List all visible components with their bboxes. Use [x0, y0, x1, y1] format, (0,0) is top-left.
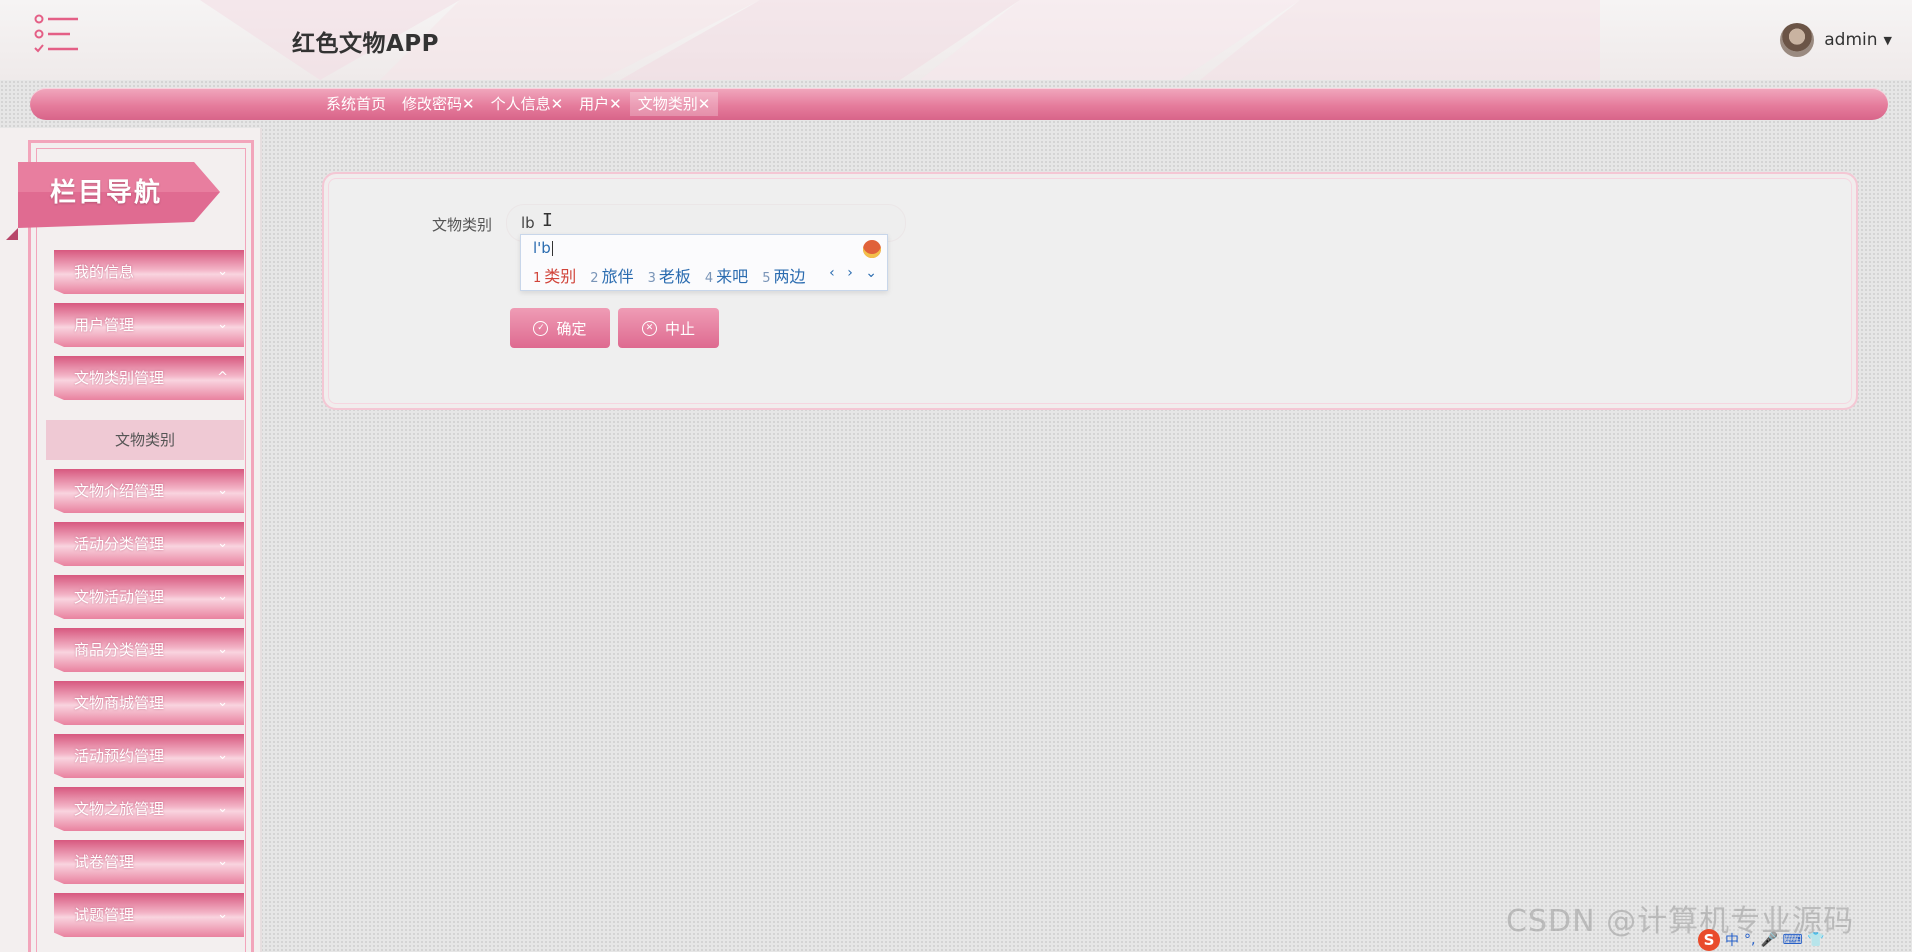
chevron-down-icon: ⌄: [217, 264, 228, 279]
sidebar-item-relic-shop[interactable]: 文物商城管理 ⌄: [54, 681, 244, 725]
ime-candidate-text: 来吧: [716, 267, 749, 286]
cancel-button-label: 中止: [664, 319, 695, 338]
ime-toolbar: S 中 °, 🎤 ⌨ 👕: [1698, 928, 1824, 952]
sidebar-item-label: 文物类别管理: [74, 369, 165, 387]
relic-category-label: 文物类别: [432, 216, 493, 234]
sidebar-item-label: 文物商城管理: [74, 694, 165, 712]
tab-relic-category[interactable]: 文物类别✕: [629, 92, 719, 116]
sidebar-item-label: 商品分类管理: [74, 641, 165, 659]
ime-candidate[interactable]: 3 老板: [648, 263, 691, 287]
top-header: 红色文物APP admin ▼: [0, 0, 1912, 80]
ime-logo-icon[interactable]: [863, 240, 881, 258]
chevron-down-icon: ⌄: [217, 695, 228, 710]
sidebar-item-relic-tour[interactable]: 文物之旅管理 ⌄: [54, 787, 244, 831]
ime-page-arrows-icon[interactable]: ‹ › ⌄: [829, 265, 881, 281]
chevron-down-icon: ⌄: [217, 801, 228, 816]
ime-tools-icons[interactable]: 🎤 ⌨ 👕: [1760, 932, 1824, 948]
sidebar-item-relic-activity[interactable]: 文物活动管理 ⌄: [54, 575, 244, 619]
chevron-down-icon: ⌄: [217, 483, 228, 498]
nav-title: 栏目导航: [50, 178, 163, 208]
chevron-down-icon: ⌄: [217, 748, 228, 763]
chevron-down-icon: ⌄: [217, 642, 228, 657]
sidebar-item-label: 文物介绍管理: [74, 482, 165, 500]
chevron-down-icon: ⌄: [217, 536, 228, 551]
close-circle-icon: ✕: [641, 320, 657, 336]
ime-candidate-number: 4: [704, 271, 714, 286]
app-title: 红色文物APP: [292, 31, 440, 57]
ime-candidate-number: 3: [647, 271, 656, 286]
ime-candidate[interactable]: 1 类别: [533, 263, 576, 287]
sidebar-item-my-info[interactable]: 我的信息 ⌄: [54, 250, 244, 294]
user-menu[interactable]: admin ▼: [1780, 22, 1892, 58]
sidebar-item-activity-category[interactable]: 活动分类管理 ⌄: [54, 522, 244, 566]
text-cursor-icon: I: [542, 210, 553, 231]
chevron-up-icon: ^: [217, 370, 228, 385]
tab-personal-info[interactable]: 个人信息✕: [483, 92, 572, 116]
sidebar-item-questions[interactable]: 试题管理 ⌄: [54, 893, 244, 937]
sidebar-item-relic-intro[interactable]: 文物介绍管理 ⌄: [54, 469, 244, 513]
tab-home[interactable]: 系统首页: [318, 92, 394, 116]
tab-change-password[interactable]: 修改密码✕: [394, 92, 483, 116]
confirm-button[interactable]: ✓ 确定: [510, 308, 610, 348]
user-name: admin: [1824, 30, 1878, 50]
ime-candidate-text: 老板: [658, 267, 691, 286]
sidebar-item-exam-papers[interactable]: 试卷管理 ⌄: [54, 840, 244, 884]
user-avatar: [1780, 23, 1815, 57]
sidebar-item-activity-booking[interactable]: 活动预约管理 ⌄: [54, 734, 244, 778]
confirm-button-label: 确定: [556, 319, 587, 338]
sidebar-item-label: 我的信息: [74, 263, 135, 281]
chevron-down-icon: ⌄: [217, 589, 228, 604]
sidebar-item-label: 活动分类管理: [74, 535, 165, 553]
ime-candidate[interactable]: 5 两边: [762, 263, 805, 287]
cancel-button[interactable]: ✕ 中止: [618, 308, 719, 348]
ime-composition: l'b: [533, 239, 551, 257]
ime-candidate-text: 旅伴: [601, 267, 634, 286]
chevron-down-icon: ⌄: [217, 907, 228, 922]
sidebar-item-label: 用户管理: [74, 316, 135, 334]
ime-candidate[interactable]: 2 旅伴: [590, 263, 633, 287]
caret-down-icon: ▼: [1883, 33, 1892, 47]
sidebar-item-label: 试卷管理: [74, 853, 135, 871]
tab-users[interactable]: 用户✕: [571, 92, 630, 116]
ime-candidate[interactable]: 4 来吧: [705, 263, 748, 287]
sidebar-item-relic-category[interactable]: 文物类别管理 ^: [54, 356, 244, 400]
ime-candidate-text: 类别: [544, 267, 577, 286]
ime-language-toggle[interactable]: 中: [1725, 930, 1739, 950]
sidebar-item-label: 活动预约管理: [74, 747, 165, 765]
ime-candidate-number: 2: [590, 271, 599, 286]
ime-candidate-list: 1 类别 2 旅伴 3 老板 4 来吧 5 两边: [533, 263, 805, 287]
sogou-logo-icon[interactable]: S: [1698, 929, 1720, 951]
ime-candidate-window: l'b 1 类别 2 旅伴 3 老板 4 来吧 5 两边 ‹ › ⌄: [520, 234, 888, 291]
sidebar-item-users[interactable]: 用户管理 ⌄: [54, 303, 244, 347]
ime-candidate-number: 5: [762, 271, 771, 286]
tab-bar: 系统首页 修改密码✕ 个人信息✕ 用户✕ 文物类别✕: [30, 88, 1888, 120]
check-circle-icon: ✓: [533, 320, 549, 336]
ime-punctuation-toggle[interactable]: °,: [1744, 932, 1755, 948]
sidebar-item-product-category[interactable]: 商品分类管理 ⌄: [54, 628, 244, 672]
sidebar-item-label: 试题管理: [74, 906, 135, 924]
sidebar-item-label: 文物之旅管理: [74, 800, 165, 818]
list-menu-icon[interactable]: [34, 14, 80, 56]
ime-candidate-number: 1: [533, 271, 542, 286]
sidebar-item-label: 文物活动管理: [74, 588, 165, 606]
chevron-down-icon: ⌄: [217, 317, 228, 332]
sidebar: 栏目导航 我的信息 ⌄ 用户管理 ⌄ 文物类别管理 ^ 文物类别 文物介绍管理 …: [0, 128, 262, 952]
ime-candidate-text: 两边: [773, 267, 806, 286]
tab-list: 系统首页 修改密码✕ 个人信息✕ 用户✕ 文物类别✕: [318, 92, 719, 116]
sidebar-subitem-relic-category[interactable]: 文物类别: [46, 420, 244, 460]
chevron-down-icon: ⌄: [217, 854, 228, 869]
